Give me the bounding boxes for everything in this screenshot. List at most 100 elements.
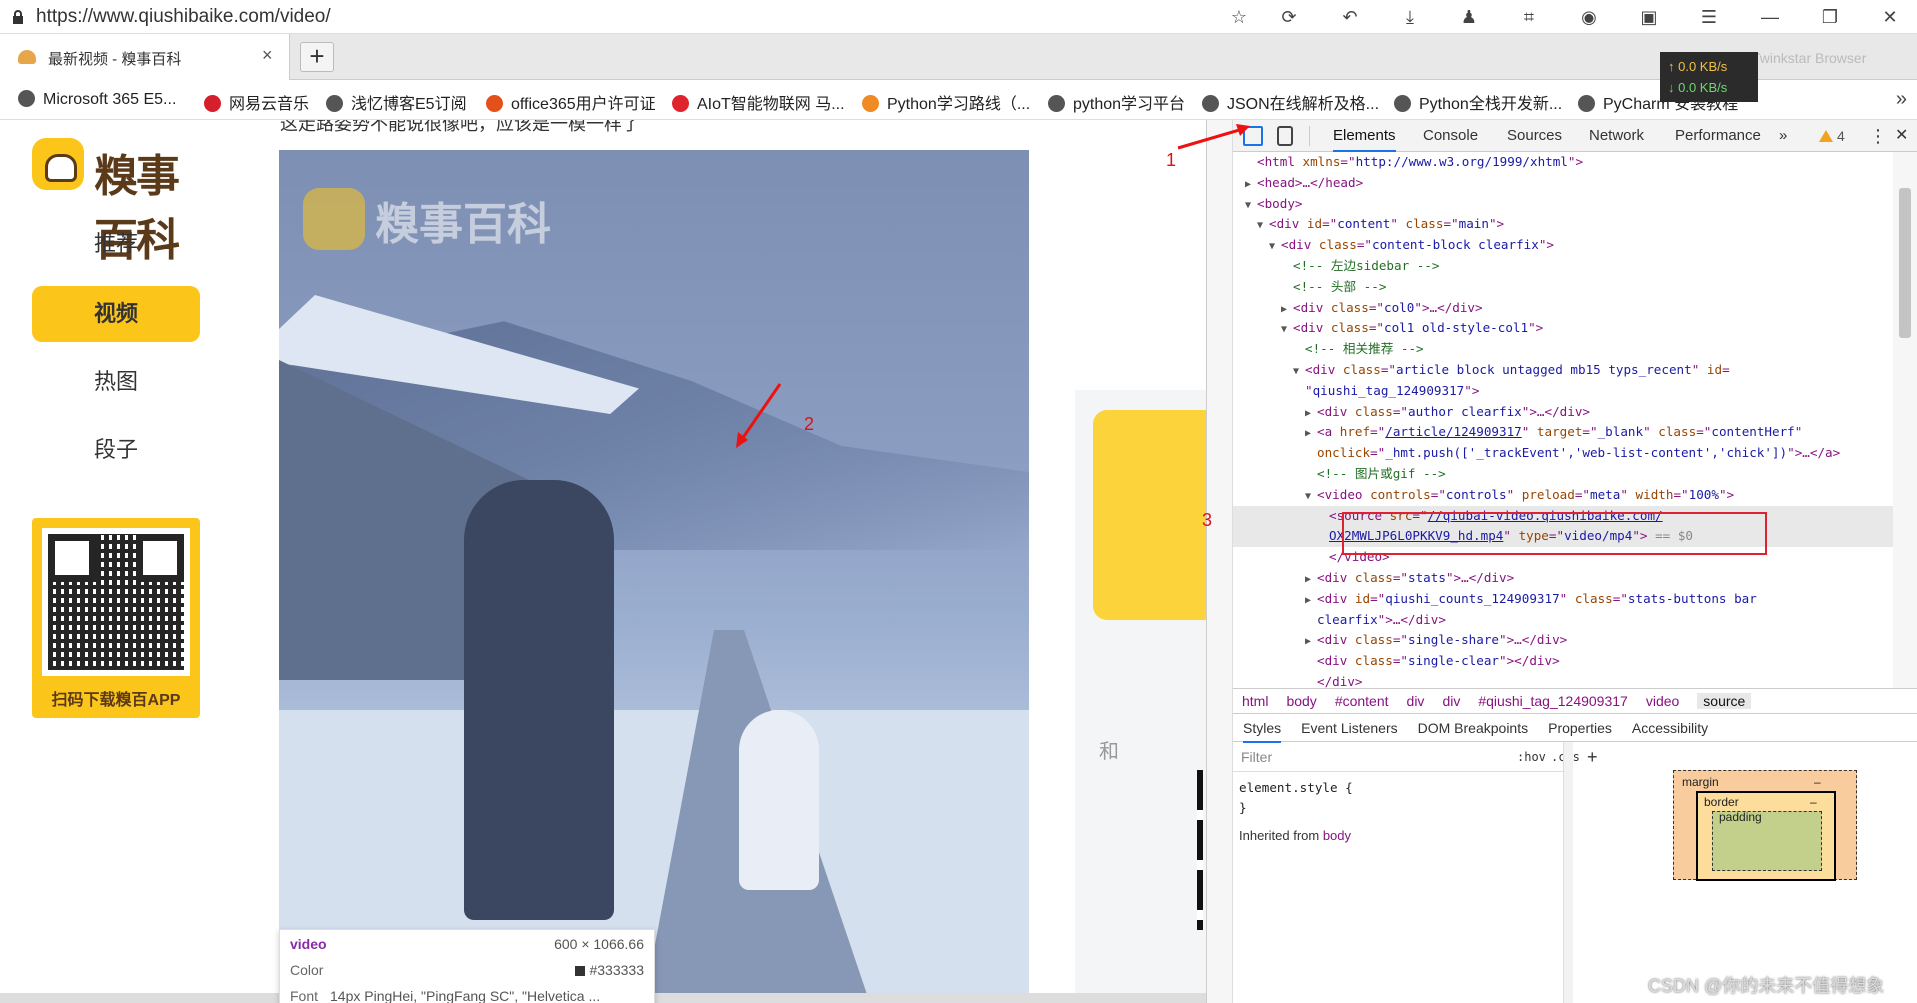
- app-icon[interactable]: ▣: [1636, 4, 1662, 30]
- refresh-icon[interactable]: ⟳: [1276, 4, 1302, 30]
- dom-node-line[interactable]: <!-- 左边sidebar -->: [1233, 256, 1893, 277]
- dom-node-line[interactable]: </div>: [1233, 672, 1893, 688]
- element-style-open[interactable]: element.style {: [1239, 778, 1353, 798]
- dom-node-line[interactable]: clearfix">…</div>: [1233, 610, 1893, 631]
- hov-toggle[interactable]: :hov: [1517, 742, 1546, 772]
- tab-elements[interactable]: Elements: [1333, 120, 1396, 152]
- menu-icon[interactable]: ☰: [1696, 4, 1722, 30]
- bookmarks-more-icon[interactable]: »: [1896, 88, 1907, 111]
- app-download-qr[interactable]: 扫码下载糗百APP: [32, 518, 200, 718]
- bookmark-item[interactable]: 浅忆博客E5订阅: [326, 90, 467, 113]
- undo-icon[interactable]: ↶: [1337, 4, 1363, 30]
- dom-node-line[interactable]: "qiushi_tag_124909317">: [1233, 381, 1893, 402]
- breadcrumb-item[interactable]: #qiushi_tag_124909317: [1478, 693, 1627, 709]
- tab-sources[interactable]: Sources: [1507, 120, 1562, 152]
- dom-node-line[interactable]: ▶ <div class="col0">…</div>: [1233, 298, 1893, 319]
- expand-toggle-icon[interactable]: ▶: [1305, 424, 1317, 445]
- nav-jokes[interactable]: 段子: [32, 422, 200, 478]
- tab-console[interactable]: Console: [1423, 120, 1478, 152]
- minimize-icon[interactable]: —: [1757, 4, 1783, 30]
- dom-tree[interactable]: <html xmlns="http://www.w3.org/1999/xhtm…: [1233, 152, 1893, 688]
- device-toolbar-icon[interactable]: [1277, 126, 1293, 146]
- nav-hot-images[interactable]: 热图: [32, 354, 200, 410]
- dom-node-line[interactable]: ▼ <div class="content-block clearfix">: [1233, 235, 1893, 256]
- breadcrumb-item[interactable]: body: [1286, 693, 1316, 709]
- breadcrumb-item[interactable]: div: [1407, 693, 1425, 709]
- tab-styles[interactable]: Styles: [1243, 720, 1282, 743]
- crop-icon[interactable]: ⌗: [1516, 4, 1542, 30]
- breadcrumb-item[interactable]: html: [1242, 693, 1268, 709]
- bookmark-item[interactable]: python学习平台: [1048, 90, 1185, 113]
- expand-toggle-icon[interactable]: ▼: [1305, 487, 1317, 508]
- new-tab-button[interactable]: +: [300, 42, 334, 72]
- expand-toggle-icon[interactable]: ▶: [1305, 591, 1317, 612]
- dom-node-line[interactable]: <html xmlns="http://www.w3.org/1999/xhtm…: [1233, 152, 1893, 173]
- expand-toggle-icon[interactable]: ▼: [1281, 320, 1293, 341]
- dom-node-line[interactable]: <!-- 图片或gif -->: [1233, 464, 1893, 485]
- scrollbar-thumb[interactable]: [1899, 188, 1911, 338]
- dom-node-line[interactable]: ▶ <head>…</head>: [1233, 173, 1893, 194]
- dom-node-line[interactable]: <!-- 头部 -->: [1233, 277, 1893, 298]
- dom-node-line[interactable]: ▼ <body>: [1233, 194, 1893, 215]
- dom-node-line[interactable]: ▼ <div class="article block untagged mb15…: [1233, 360, 1893, 381]
- expand-toggle-icon[interactable]: ▼: [1257, 216, 1269, 237]
- bookmark-item[interactable]: Python学习路线（...: [862, 90, 1030, 113]
- close-icon[interactable]: ✕: [1877, 4, 1903, 30]
- breadcrumb-item[interactable]: div: [1442, 693, 1460, 709]
- breadcrumb-item[interactable]: #content: [1335, 693, 1389, 709]
- dom-node-line[interactable]: ▼ <video controls="controls" preload="met…: [1233, 485, 1893, 506]
- expand-toggle-icon[interactable]: ▶: [1305, 404, 1317, 425]
- bookmark-item[interactable]: Microsoft 365 E5...: [18, 90, 176, 112]
- bookmark-item[interactable]: AIoT智能物联网 马...: [672, 90, 845, 113]
- dom-node-line[interactable]: <div class="single-clear"></div>: [1233, 651, 1893, 672]
- dom-node-line[interactable]: ▼ <div id="content" class="main">: [1233, 214, 1893, 235]
- expand-toggle-icon[interactable]: ▶: [1305, 632, 1317, 653]
- expand-toggle-icon[interactable]: ▼: [1293, 362, 1305, 383]
- dom-node-line[interactable]: ▶ <div class="single-share">…</div>: [1233, 630, 1893, 651]
- dom-node-line[interactable]: ▶ <div class="author clearfix">…</div>: [1233, 402, 1893, 423]
- browser-tab[interactable]: 最新视频 - 糗事百科 ×: [0, 34, 290, 80]
- site-logo[interactable]: 糗事百科: [32, 138, 204, 266]
- bookmark-item[interactable]: JSON在线解析及格...: [1202, 90, 1379, 113]
- dom-node-line[interactable]: onclick="_hmt.push(['_trackEvent','web-l…: [1233, 443, 1893, 464]
- more-tabs-icon[interactable]: »: [1779, 120, 1787, 152]
- filter-input[interactable]: Filter: [1241, 742, 1272, 772]
- tab-event-listeners[interactable]: Event Listeners: [1301, 720, 1398, 736]
- styles-scrollbar[interactable]: [1563, 742, 1573, 1003]
- tab-close-icon[interactable]: ×: [262, 45, 273, 66]
- expand-toggle-icon[interactable]: ▶: [1281, 300, 1293, 321]
- new-rule-icon[interactable]: +: [1587, 742, 1598, 772]
- tab-dom-breakpoints[interactable]: DOM Breakpoints: [1418, 720, 1528, 736]
- breadcrumb-item-current[interactable]: source: [1697, 693, 1752, 709]
- dom-tree-scrollbar[interactable]: [1893, 152, 1917, 688]
- extension-icon[interactable]: ♟: [1456, 4, 1482, 30]
- page-vertical-scrollbar[interactable]: [1207, 120, 1233, 1003]
- nav-video[interactable]: 视频: [32, 286, 200, 342]
- tab-properties[interactable]: Properties: [1548, 720, 1612, 736]
- video-player[interactable]: 糗事百科: [279, 150, 1029, 1003]
- box-margin-value[interactable]: –: [1814, 775, 1821, 789]
- bookmark-item[interactable]: 网易云音乐: [204, 90, 309, 113]
- download-icon[interactable]: ⤓: [1397, 4, 1423, 30]
- restore-icon[interactable]: ❐: [1817, 4, 1843, 30]
- side-ad-card[interactable]: 和: [1075, 390, 1206, 1003]
- breadcrumb-item[interactable]: video: [1646, 693, 1679, 709]
- devtools-close-icon[interactable]: ✕: [1895, 120, 1908, 152]
- star-icon[interactable]: ☆: [1226, 4, 1252, 30]
- dom-node-line[interactable]: ▶ <div id="qiushi_counts_124909317" class…: [1233, 589, 1893, 610]
- expand-toggle-icon[interactable]: ▼: [1269, 237, 1281, 258]
- nav-recommend[interactable]: 推荐: [32, 216, 200, 272]
- box-border-value[interactable]: –: [1810, 795, 1817, 809]
- dom-node-line[interactable]: ▶ <a href="/article/124909317" target="_b…: [1233, 422, 1893, 443]
- url-text[interactable]: https://www.qiushibaike.com/video/: [36, 6, 331, 28]
- dom-node-line[interactable]: ▼ <div class="col1 old-style-col1">: [1233, 318, 1893, 339]
- tab-accessibility[interactable]: Accessibility: [1632, 720, 1708, 736]
- inspect-element-icon[interactable]: [1243, 126, 1263, 146]
- dom-node-line[interactable]: ▶ <div class="stats">…</div>: [1233, 568, 1893, 589]
- bookmark-item[interactable]: office365用户许可证: [486, 90, 656, 113]
- bookmark-item[interactable]: Python全栈开发新...: [1394, 90, 1562, 113]
- expand-toggle-icon[interactable]: ▶: [1245, 175, 1257, 196]
- tab-network[interactable]: Network: [1589, 120, 1644, 152]
- warning-count[interactable]: 4: [1819, 120, 1845, 152]
- expand-toggle-icon[interactable]: ▶: [1305, 570, 1317, 591]
